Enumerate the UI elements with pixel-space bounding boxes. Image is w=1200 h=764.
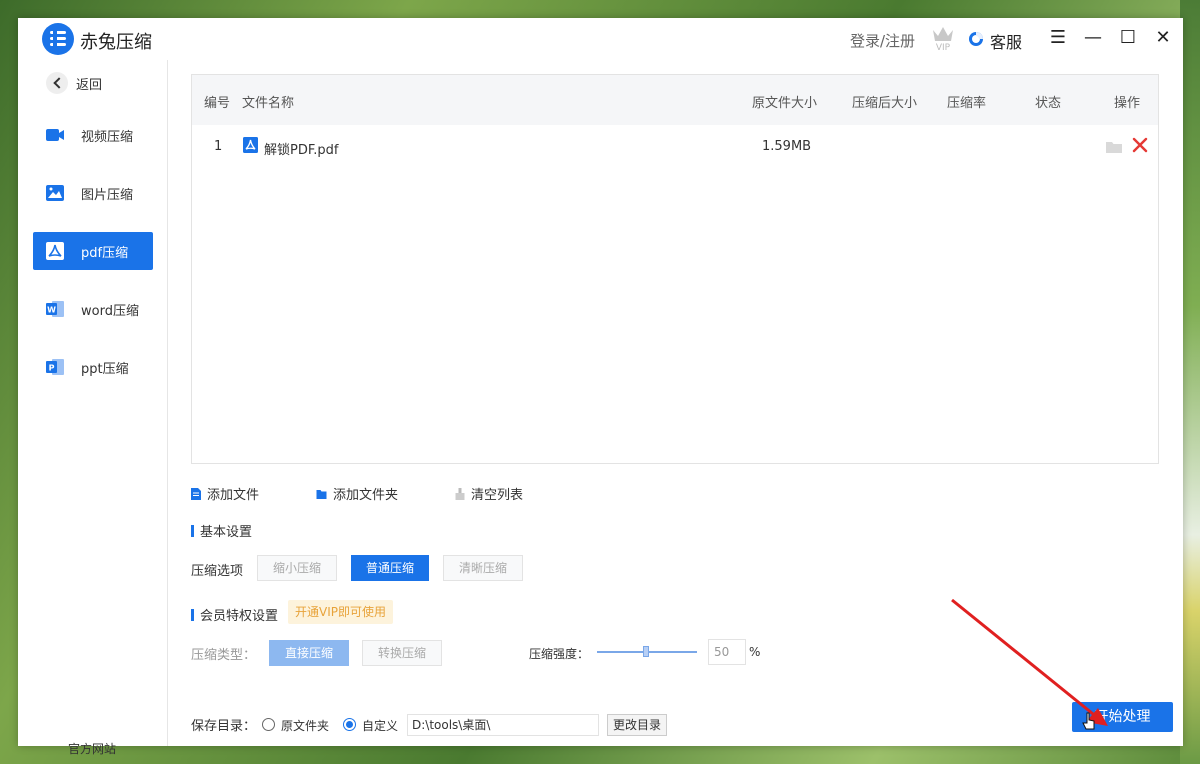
customer-service-link[interactable]: 客服 xyxy=(990,29,1022,53)
desktop-background xyxy=(1180,0,1200,764)
table-header: 编号 文件名称 原文件大小 压缩后大小 压缩率 状态 操作 xyxy=(192,75,1158,125)
pdf-file-icon xyxy=(243,137,258,153)
header-action: 操作 xyxy=(1114,96,1141,111)
app-logo-icon xyxy=(42,23,74,55)
title-bar: 赤兔压缩 登录/注册 VIP 客服 ☰ — ☐ ✕ xyxy=(18,18,1183,60)
vip-tag[interactable]: 开通VIP即可使用 xyxy=(288,600,393,624)
customer-service-icon[interactable] xyxy=(968,30,984,48)
option-normal-button[interactable]: 普通压缩 xyxy=(351,555,429,581)
sidebar: 返回 视频压缩 图片压缩 pdf压缩 W word压缩 P ppt压缩 官方网站 xyxy=(18,60,168,756)
strength-label: 压缩强度： xyxy=(529,647,590,661)
row-orig-size: 1.59MB xyxy=(762,139,812,154)
svg-text:W: W xyxy=(47,306,56,315)
radio-original-folder[interactable] xyxy=(262,718,275,731)
header-orig-size: 原文件大小 xyxy=(752,96,818,111)
vip-crown-icon[interactable]: VIP xyxy=(930,24,956,52)
image-icon xyxy=(46,185,64,201)
back-label: 返回 xyxy=(76,77,103,93)
header-num: 编号 xyxy=(204,96,231,111)
close-icon[interactable]: ✕ xyxy=(1153,28,1173,48)
option-clear-button[interactable]: 清晰压缩 xyxy=(443,555,523,581)
add-folder-label: 添加文件夹 xyxy=(333,488,399,503)
file-table: 编号 文件名称 原文件大小 压缩后大小 压缩率 状态 操作 1 解锁PDF.pd… xyxy=(191,74,1159,464)
basic-settings-title: 基本设置 xyxy=(191,521,252,540)
delete-icon[interactable] xyxy=(1132,137,1148,153)
sidebar-item-pdf[interactable]: pdf压缩 xyxy=(33,232,153,270)
add-file-label: 添加文件 xyxy=(207,488,260,503)
add-folder-button[interactable]: 添加文件夹 xyxy=(316,484,398,503)
clear-list-button[interactable]: 清空列表 xyxy=(455,484,523,503)
change-dir-button[interactable]: 更改目录 xyxy=(607,714,667,736)
video-icon xyxy=(46,129,64,141)
sidebar-item-label: 视频压缩 xyxy=(81,130,134,145)
row-file-name: 解锁PDF.pdf xyxy=(264,143,339,158)
clear-list-label: 清空列表 xyxy=(471,488,524,503)
radio-custom-label: 自定义 xyxy=(362,719,399,733)
svg-text:P: P xyxy=(49,364,55,373)
open-folder-icon[interactable] xyxy=(1106,141,1122,153)
vip-label: VIP xyxy=(936,43,951,52)
sidebar-item-label: ppt压缩 xyxy=(81,362,129,377)
sidebar-item-ppt[interactable]: P ppt压缩 xyxy=(33,348,153,386)
official-website-link[interactable]: 官方网站 xyxy=(68,740,116,757)
pdf-icon xyxy=(46,242,64,260)
sidebar-item-word[interactable]: W word压缩 xyxy=(33,290,153,328)
login-register-link[interactable]: 登录/注册 xyxy=(850,30,915,51)
header-status: 状态 xyxy=(1035,96,1062,111)
compress-option-label: 压缩选项 xyxy=(191,564,244,579)
sidebar-item-image[interactable]: 图片压缩 xyxy=(33,174,153,212)
header-comp-size: 压缩后大小 xyxy=(852,96,918,111)
sidebar-item-video[interactable]: 视频压缩 xyxy=(33,116,153,154)
app-title: 赤兔压缩 xyxy=(80,32,152,53)
sidebar-item-label: word压缩 xyxy=(81,304,139,319)
add-file-button[interactable]: 添加文件 xyxy=(191,484,259,503)
save-path-input[interactable]: D:\tools\桌面\ xyxy=(407,714,599,736)
hand-cursor-icon xyxy=(1082,712,1095,730)
strength-slider-handle[interactable] xyxy=(643,646,649,657)
row-num: 1 xyxy=(214,139,223,154)
menu-icon[interactable]: ☰ xyxy=(1048,28,1068,48)
app-window: 赤兔压缩 登录/注册 VIP 客服 ☰ — ☐ ✕ 返回 视频压缩 图片压缩 p… xyxy=(18,18,1183,756)
save-dir-label: 保存目录： xyxy=(191,719,257,734)
strength-unit: % xyxy=(749,645,761,659)
radio-custom-folder[interactable] xyxy=(343,718,356,731)
add-file-icon xyxy=(191,488,201,500)
option-shrink-button[interactable]: 缩小压缩 xyxy=(257,555,337,581)
broom-icon xyxy=(455,488,465,500)
radio-original-label: 原文件夹 xyxy=(281,719,330,733)
word-icon: W xyxy=(46,301,64,317)
header-ratio: 压缩率 xyxy=(947,96,987,111)
vip-settings-title: 会员特权设置 xyxy=(191,605,278,624)
sidebar-item-label: pdf压缩 xyxy=(81,246,129,261)
sidebar-item-label: 图片压缩 xyxy=(81,188,134,203)
ppt-icon: P xyxy=(46,359,64,375)
type-convert-button[interactable]: 转换压缩 xyxy=(362,640,442,666)
maximize-icon[interactable]: ☐ xyxy=(1118,28,1138,48)
type-direct-button[interactable]: 直接压缩 xyxy=(269,640,349,666)
header-name: 文件名称 xyxy=(242,96,295,111)
minimize-icon[interactable]: — xyxy=(1083,28,1103,48)
add-folder-icon xyxy=(316,490,327,499)
compress-type-label: 压缩类型： xyxy=(191,648,257,663)
back-button[interactable]: 返回 xyxy=(46,72,102,94)
strength-input[interactable]: 50 xyxy=(708,639,746,665)
back-arrow-icon xyxy=(46,72,68,94)
